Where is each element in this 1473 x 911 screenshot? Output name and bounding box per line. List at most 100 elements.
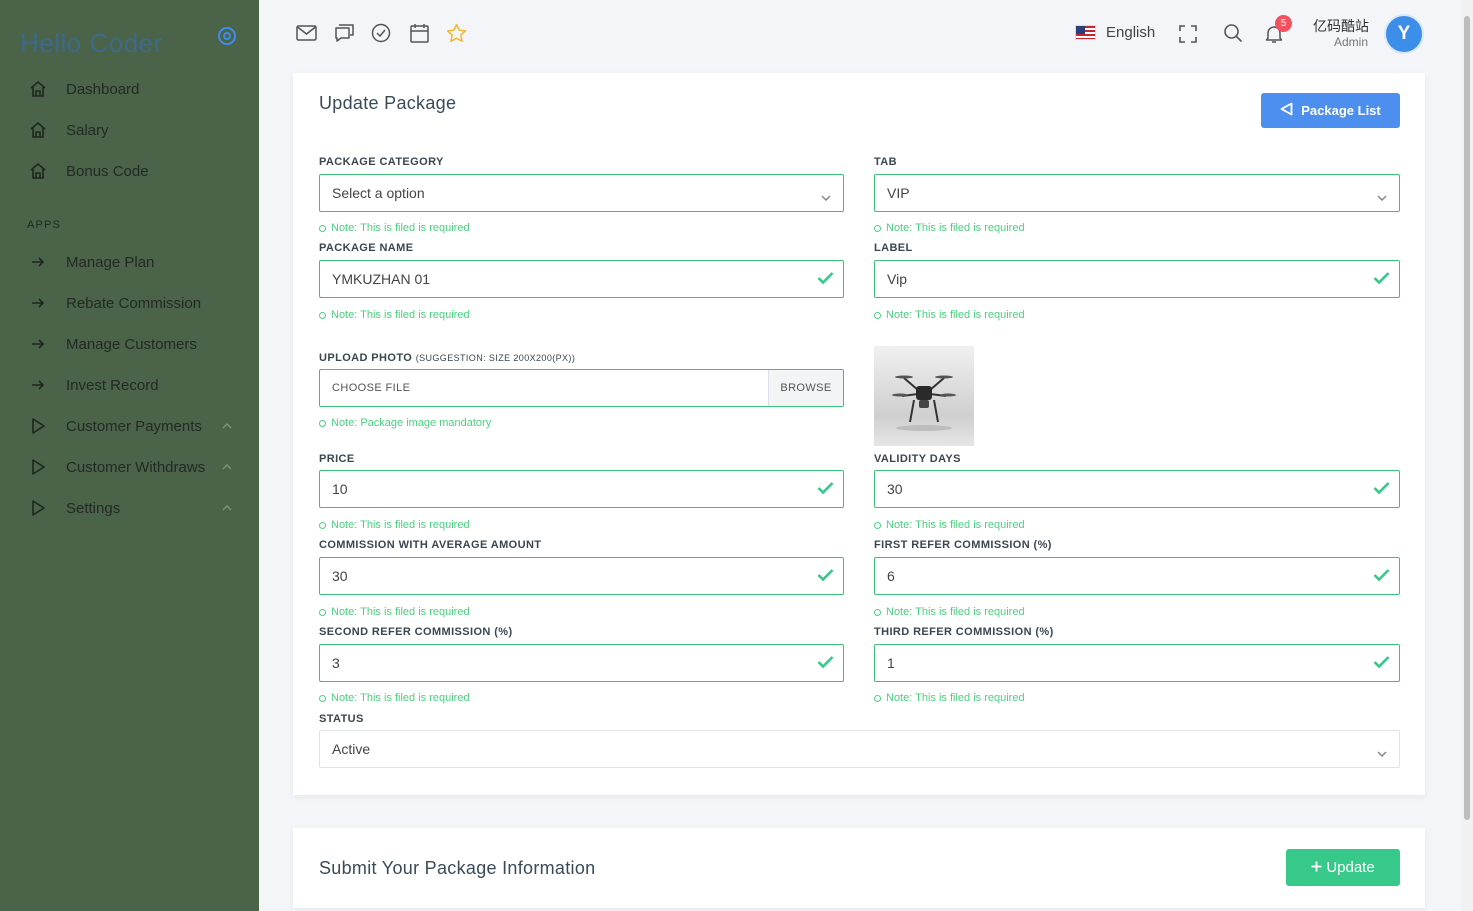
drone-image — [892, 375, 956, 431]
check-icon — [1373, 481, 1390, 498]
first-refer-input[interactable]: 6 — [874, 557, 1400, 595]
play-icon — [28, 416, 48, 436]
sidebar-item-manage-customers[interactable]: Manage Customers — [0, 327, 259, 361]
check-icon — [817, 568, 834, 585]
chevron-up-icon[interactable] — [222, 461, 232, 473]
arrow-right-icon — [28, 293, 48, 313]
package-name-input[interactable]: YMKUZHAN 01 — [319, 260, 844, 298]
validity-days-input[interactable]: 30 — [874, 470, 1400, 508]
chevron-down-icon — [821, 188, 831, 204]
label-label: LABEL — [874, 242, 913, 254]
update-button[interactable]: Update — [1286, 849, 1400, 886]
required-note: Note: This is filed is required — [319, 606, 470, 618]
fullscreen-icon[interactable] — [1177, 23, 1199, 45]
update-label: Update — [1326, 859, 1375, 876]
sidebar-item-dashboard[interactable]: Dashboard — [0, 72, 259, 106]
sidebar-item-label: Invest Record — [66, 376, 159, 394]
first-refer-value: 6 — [887, 568, 895, 584]
sidebar-item-rebate-commission[interactable]: Rebate Commission — [0, 286, 259, 320]
language-label: English — [1106, 24, 1156, 41]
us-flag-icon — [1075, 25, 1096, 40]
avatar-initials: Y — [1397, 23, 1411, 44]
sidebar-item-label: Dashboard — [66, 80, 140, 98]
plus-icon — [1311, 859, 1322, 876]
chevron-up-icon[interactable] — [222, 502, 232, 514]
sidebar-item-label: Rebate Commission — [66, 294, 202, 312]
third-refer-label: THIRD REFER COMMISSION (%) — [874, 626, 1054, 638]
package-list-button[interactable]: Package List — [1261, 93, 1400, 128]
required-note: Note: This is filed is required — [874, 606, 1025, 618]
second-refer-input[interactable]: 3 — [319, 644, 844, 682]
page-scrollbar[interactable] — [1461, 0, 1473, 911]
upload-photo-hint: (SUGGESTION: SIZE 200X200(PX)) — [415, 353, 576, 363]
check-icon — [1373, 568, 1390, 585]
image-note: Note: Package image mandatory — [319, 417, 491, 429]
second-refer-label: SECOND REFER COMMISSION (%) — [319, 626, 513, 638]
star-icon[interactable] — [445, 22, 467, 44]
commission-average-value: 30 — [332, 568, 348, 584]
search-icon[interactable] — [1222, 22, 1244, 44]
status-value: Active — [332, 741, 371, 757]
validity-days-value: 30 — [887, 481, 903, 497]
update-package-card: Update Package Package List PACKAGE CATE… — [293, 73, 1425, 795]
user-name[interactable]: 亿码酷站 — [1313, 16, 1369, 36]
package-category-select[interactable]: Select a option — [319, 174, 844, 212]
validity-days-label: VALIDITY DAYS — [874, 453, 961, 465]
price-input[interactable]: 10 — [319, 470, 844, 508]
mail-icon[interactable] — [295, 22, 317, 44]
sidebar-item-bonus-code[interactable]: Bonus Code — [0, 154, 259, 188]
avatar[interactable]: Y — [1384, 14, 1424, 54]
label-value: Vip — [887, 271, 907, 287]
tab-label: TAB — [874, 156, 897, 168]
required-note: Note: This is filed is required — [319, 309, 470, 321]
brand-logo[interactable]: Hello Coder — [20, 28, 163, 59]
browse-button[interactable]: BROWSE — [768, 370, 843, 406]
sidebar-item-label: Customer Withdraws — [66, 458, 206, 476]
sidebar-item-label: Salary — [66, 121, 109, 139]
check-circle-icon[interactable] — [370, 22, 392, 44]
required-note: Note: This is filed is required — [874, 222, 1025, 234]
check-icon — [1373, 271, 1390, 288]
required-note: Note: This is filed is required — [874, 519, 1025, 531]
scrollbar-thumb[interactable] — [1464, 16, 1470, 820]
calendar-icon[interactable] — [408, 22, 430, 44]
price-label: PRICE — [319, 453, 355, 465]
sidebar-item-label: Settings — [66, 499, 121, 517]
check-icon — [817, 655, 834, 672]
sidebar-item-salary[interactable]: Salary — [0, 113, 259, 147]
choose-file-text: CHOOSE FILE — [332, 382, 411, 394]
tab-select[interactable]: VIP — [874, 174, 1400, 212]
commission-average-label: COMMISSION WITH AVERAGE AMOUNT — [319, 539, 542, 551]
third-refer-input[interactable]: 1 — [874, 644, 1400, 682]
status-select[interactable]: Active — [319, 730, 1400, 768]
arrow-right-icon — [28, 375, 48, 395]
page-title: Update Package — [319, 93, 457, 113]
notification-badge: 5 — [1275, 15, 1292, 32]
home-icon — [28, 161, 48, 181]
play-icon — [28, 457, 48, 477]
status-label: STATUS — [319, 713, 364, 725]
sidebar-item-customer-payments[interactable]: Customer Payments — [0, 409, 259, 443]
chevron-up-icon[interactable] — [222, 420, 232, 432]
package-category-value: Select a option — [332, 185, 425, 201]
second-refer-value: 3 — [332, 655, 340, 671]
sidebar-toggle-icon[interactable] — [218, 27, 236, 45]
label-input[interactable]: Vip — [874, 260, 1400, 298]
package-name-label: PACKAGE NAME — [319, 242, 414, 254]
sidebar-item-manage-plan[interactable]: Manage Plan — [0, 245, 259, 279]
file-upload-input[interactable]: CHOOSE FILE BROWSE — [319, 369, 844, 407]
sidebar-item-invest-record[interactable]: Invest Record — [0, 368, 259, 402]
sidebar-item-customer-withdraws[interactable]: Customer Withdraws — [0, 450, 259, 484]
package-name-value: YMKUZHAN 01 — [332, 271, 431, 287]
required-note: Note: This is filed is required — [319, 519, 470, 531]
sidebar-item-label: Manage Customers — [66, 335, 197, 353]
upload-photo-label: UPLOAD PHOTO (SUGGESTION: SIZE 200X200(P… — [319, 352, 575, 364]
commission-average-input[interactable]: 30 — [319, 557, 844, 595]
chat-icon[interactable] — [333, 22, 355, 44]
sidebar-item-label: Manage Plan — [66, 253, 155, 271]
sidebar-item-settings[interactable]: Settings — [0, 491, 259, 525]
sidebar-item-label: Customer Payments — [66, 417, 202, 435]
language-selector[interactable]: English — [1075, 24, 1155, 41]
topbar: English 5 亿码酷站 Admin Y — [259, 0, 1461, 66]
upload-photo-title: UPLOAD PHOTO — [319, 352, 413, 364]
